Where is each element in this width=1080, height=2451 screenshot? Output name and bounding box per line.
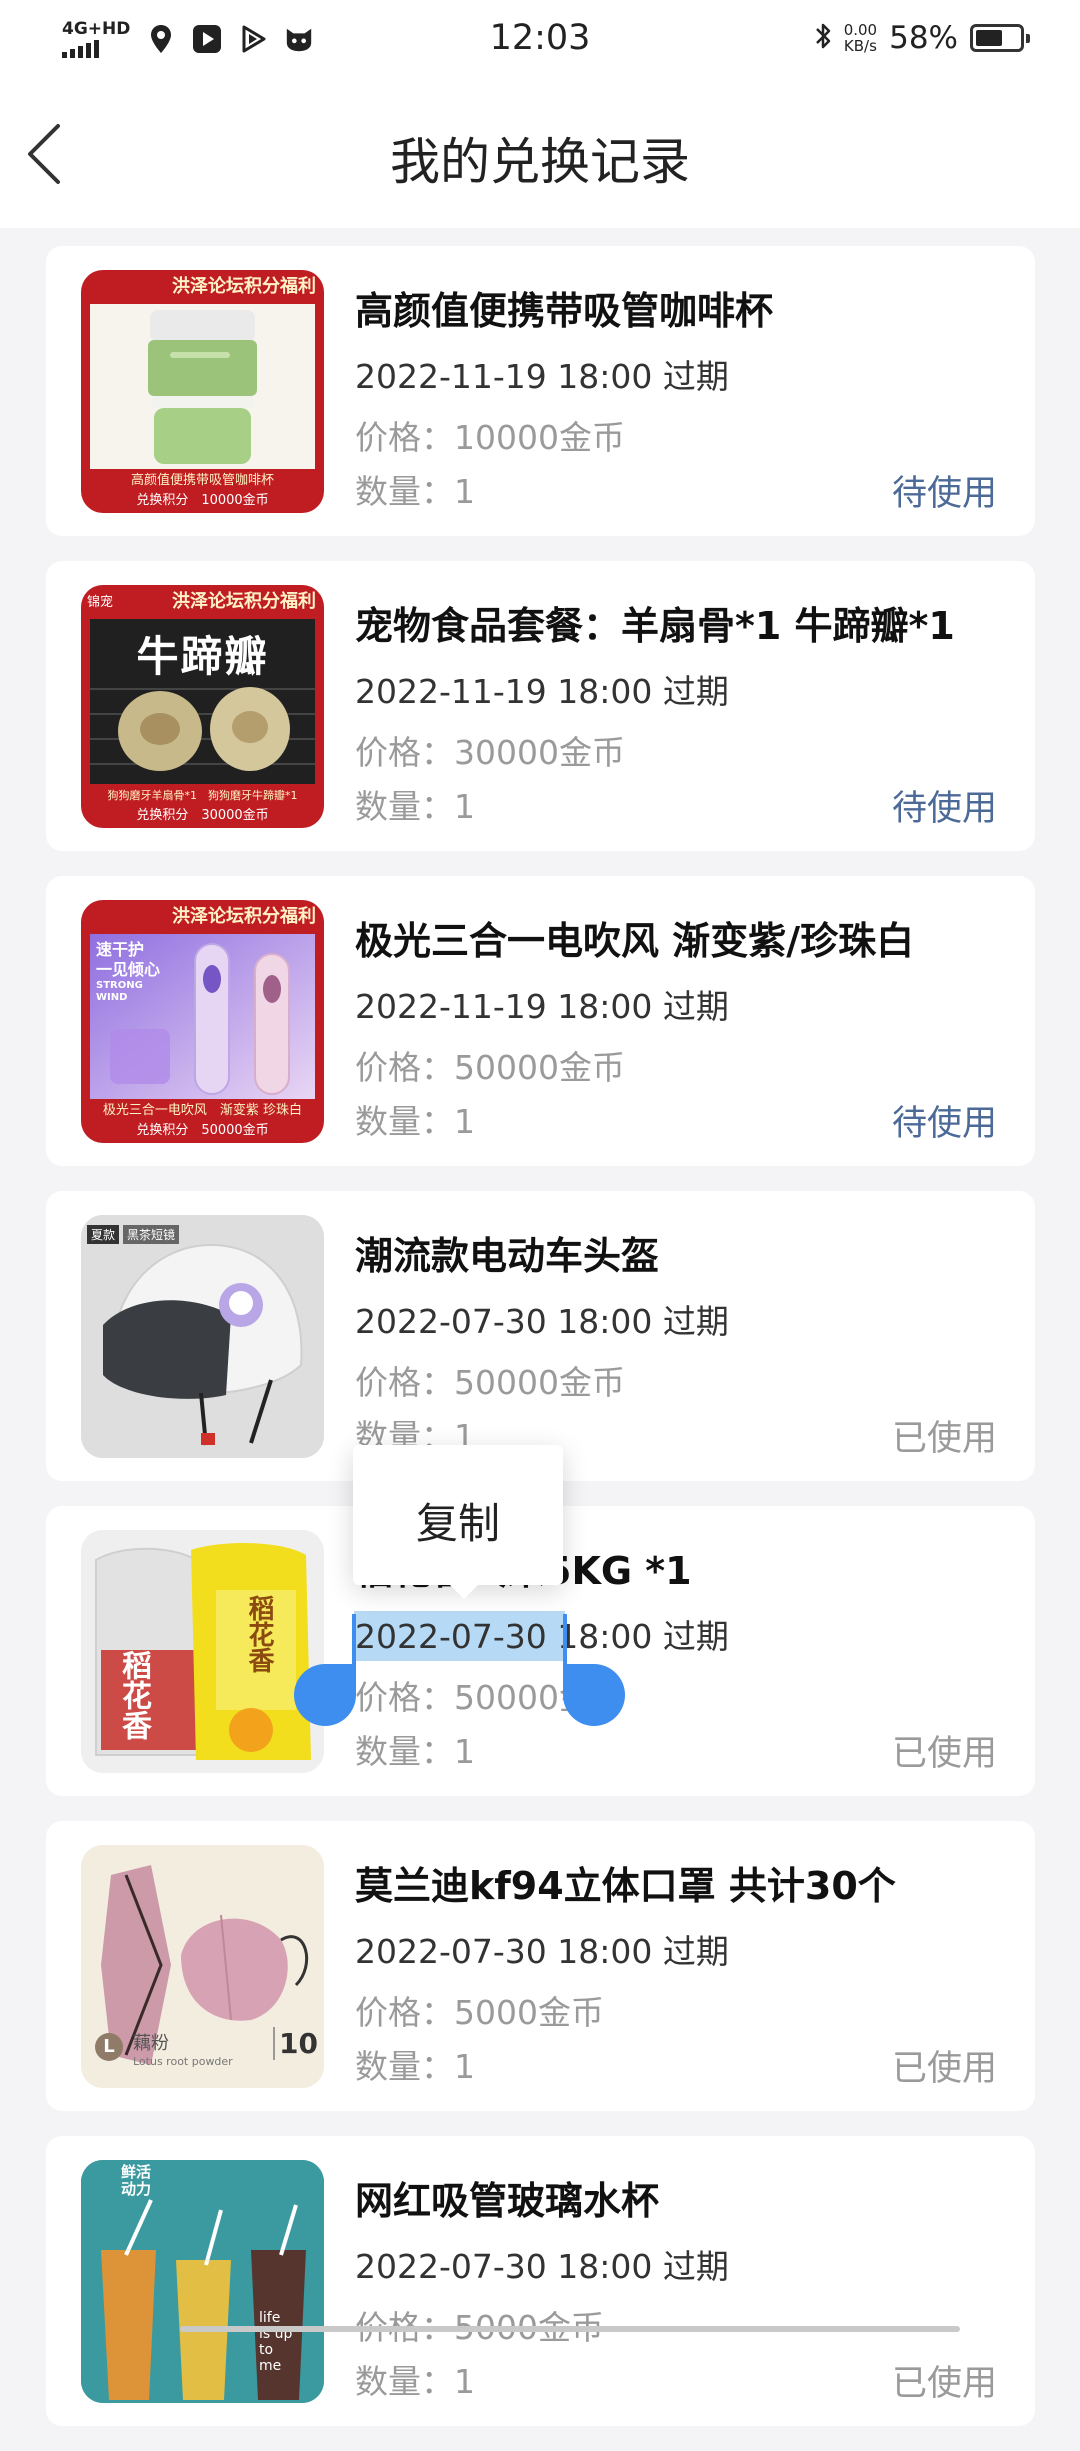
thumb-footer: 高颜值便携带吸管咖啡杯 兑换积分 10000金币: [81, 469, 324, 513]
page-title: 我的兑换记录: [390, 133, 690, 191]
record-price: 价格：30000金币: [355, 733, 625, 772]
thumb-footer: 极光三合一电吹风 渐变紫 珍珠白 兑换积分 50000金币: [81, 1099, 324, 1143]
record-title: 潮流款电动车头盔: [355, 1234, 660, 1278]
thumb-footer-line2: 兑换积分 50000金币: [136, 1123, 269, 1138]
product-image: 速干护 一见倾心 STRONG WIND 洪泽论坛积分福利 极光三合一电吹风 渐…: [81, 900, 324, 1143]
thumb-side-line1: 速干护: [96, 940, 145, 959]
thumb-banner: 洪泽论坛积分福利: [172, 591, 316, 612]
size-badge: L: [95, 2033, 123, 2061]
record-card[interactable]: 夏款 黑茶短镜 潮流款电动车头盔 2022-07-30 18:00 过期 价格：…: [46, 1191, 1035, 1481]
bluetooth-icon: [814, 21, 832, 55]
record-title: 莫兰迪kf94立体口罩 共计30个: [355, 1864, 896, 1908]
record-date: 2022-07-30 18:00 过期: [355, 1302, 729, 1341]
selection-start-bar: [352, 1614, 356, 1666]
thumb-footer-line2: 兑换积分 10000金币: [136, 493, 269, 508]
record-date: 2022-07-30 18:00 过期: [355, 1932, 729, 1971]
thumb-color-en: Lotus root powder: [133, 2055, 233, 2068]
status-bar: 4G+HD 12:03 0.00 KB/s 58%: [0, 0, 1080, 84]
thumb-footer: 狗狗磨牙羊扇骨*1 狗狗磨牙牛蹄瓣*1 兑换积分 30000金币: [81, 784, 324, 828]
thumb-banner: 洪泽论坛积分福利: [172, 906, 316, 927]
thumb-side-line2: 一见倾心: [96, 960, 161, 979]
record-title: 网红吸管玻璃水杯: [355, 2179, 660, 2223]
record-date: 2022-11-19 18:00 过期: [355, 987, 729, 1026]
nav-bar: 我的兑换记录: [0, 84, 1080, 228]
record-price: 价格：10000金币: [355, 418, 625, 457]
record-price: 价格：5000金币: [355, 2308, 604, 2347]
battery-percent: 58%: [889, 20, 958, 56]
record-date: 2022-11-19 18:00 过期: [355, 357, 729, 396]
selection-end-handle[interactable]: [563, 1664, 625, 1726]
record-card[interactable]: L 藕粉 Lotus root powder 10 莫兰迪kf94立体口罩 共计…: [46, 1821, 1035, 2111]
record-card[interactable]: 速干护 一见倾心 STRONG WIND 洪泽论坛积分福利 极光三合一电吹风 渐…: [46, 876, 1035, 1166]
record-price: 价格：50000金币: [355, 1363, 625, 1402]
network-speed: 0.00 KB/s: [844, 22, 877, 54]
status-badge[interactable]: 已使用: [892, 2040, 997, 2091]
record-qty: 数量：1: [355, 1102, 475, 1141]
thumb-cup-text: life is up to me: [259, 2310, 293, 2374]
copy-button[interactable]: 复制: [353, 1490, 563, 1551]
record-qty: 数量：1: [355, 2362, 475, 2401]
battery-icon: [970, 24, 1030, 52]
thumb-label: 稻花香: [244, 1595, 274, 1673]
home-indicator[interactable]: [180, 2326, 960, 2332]
status-badge[interactable]: 待使用: [892, 1095, 997, 1146]
thumb-footer-line1: 极光三合一电吹风 渐变紫 珍珠白: [102, 1103, 303, 1118]
record-qty: 数量：1: [355, 1732, 475, 1771]
thumb-label: 稻花香: [116, 1650, 151, 1740]
record-date: 2022-11-19 18:00 过期: [355, 672, 729, 711]
record-title: 极光三合一电吹风 渐变紫/珍珠白: [355, 919, 915, 963]
thumb-footer-line2: 兑换积分 30000金币: [136, 808, 269, 823]
status-badge[interactable]: 已使用: [892, 2355, 997, 2406]
copy-context-menu: 复制: [353, 1445, 563, 1599]
product-image: 鲜活动力 life is up to me: [81, 2160, 324, 2403]
product-image: 稻花香 稻花香: [81, 1530, 324, 1773]
speed-unit: KB/s: [843, 37, 877, 55]
record-qty: 数量：1: [355, 787, 475, 826]
record-title: 宠物食品套餐：羊扇骨*1 牛蹄瓣*1: [355, 604, 955, 648]
status-badge[interactable]: 待使用: [892, 780, 997, 831]
status-badge[interactable]: 已使用: [892, 1410, 997, 1461]
thumb-tag: 黑茶短镜: [123, 1225, 180, 1244]
thumb-headline: 牛蹄瓣: [136, 632, 269, 681]
product-image: 洪泽论坛积分福利 高颜值便携带吸管咖啡杯 兑换积分 10000金币: [81, 270, 324, 513]
record-date: 2022-07-30 18:00 过期: [355, 2247, 729, 2286]
popup-arrow: [448, 1583, 480, 1599]
record-date[interactable]: 2022-07-30 18:00 过期: [355, 1610, 729, 1658]
thumb-tag: 锦宠: [87, 595, 114, 610]
product-image: 牛蹄瓣 锦宠 洪泽论坛积分福利 狗狗磨牙羊扇骨*1 狗狗磨牙牛蹄瓣*1 兑换积分…: [81, 585, 324, 828]
record-title: 高颜值便携带吸管咖啡杯: [355, 289, 774, 333]
thumb-side-text: 速干护 一见倾心 STRONG WIND: [96, 940, 160, 1004]
selection-start-handle[interactable]: [294, 1664, 356, 1726]
thumb-color-cn: 藕粉: [133, 2033, 169, 2054]
thumb-text: 鲜活动力: [121, 2163, 152, 2198]
record-list: 洪泽论坛积分福利 高颜值便携带吸管咖啡杯 兑换积分 10000金币 高颜值便携带…: [46, 246, 1035, 2451]
product-image: L 藕粉 Lotus root powder 10: [81, 1845, 324, 2088]
record-price: 价格：5000金币: [355, 1993, 604, 2032]
status-badge[interactable]: 已使用: [892, 1725, 997, 1776]
selection-end-bar: [563, 1614, 567, 1666]
record-qty: 数量：1: [355, 472, 475, 511]
record-qty: 数量：1: [355, 2047, 475, 2086]
speed-value: 0.00: [843, 21, 878, 39]
thumb-tag: 夏款: [87, 1225, 120, 1244]
record-card[interactable]: 牛蹄瓣 锦宠 洪泽论坛积分福利 狗狗磨牙羊扇骨*1 狗狗磨牙牛蹄瓣*1 兑换积分…: [46, 561, 1035, 851]
thumb-tags: 夏款 黑茶短镜: [87, 1225, 180, 1244]
thumb-side-line3: STRONG WIND: [96, 980, 143, 1003]
record-card[interactable]: 洪泽论坛积分福利 高颜值便携带吸管咖啡杯 兑换积分 10000金币 高颜值便携带…: [46, 246, 1035, 536]
product-image: 夏款 黑茶短镜: [81, 1215, 324, 1458]
record-price: 价格：50000金币: [355, 1048, 625, 1087]
record-card[interactable]: 鲜活动力 life is up to me 网红吸管玻璃水杯 2022-07-3…: [46, 2136, 1035, 2426]
thumb-banner: 洪泽论坛积分福利: [172, 276, 316, 297]
thumb-footer-line1: 狗狗磨牙羊扇骨*1 狗狗磨牙牛蹄瓣*1: [107, 789, 298, 802]
thumb-count: 10: [273, 2027, 318, 2060]
thumb-footer-line1: 高颜值便携带吸管咖啡杯: [130, 473, 274, 488]
status-badge[interactable]: 待使用: [892, 465, 997, 516]
status-right: 0.00 KB/s 58%: [814, 20, 1030, 56]
